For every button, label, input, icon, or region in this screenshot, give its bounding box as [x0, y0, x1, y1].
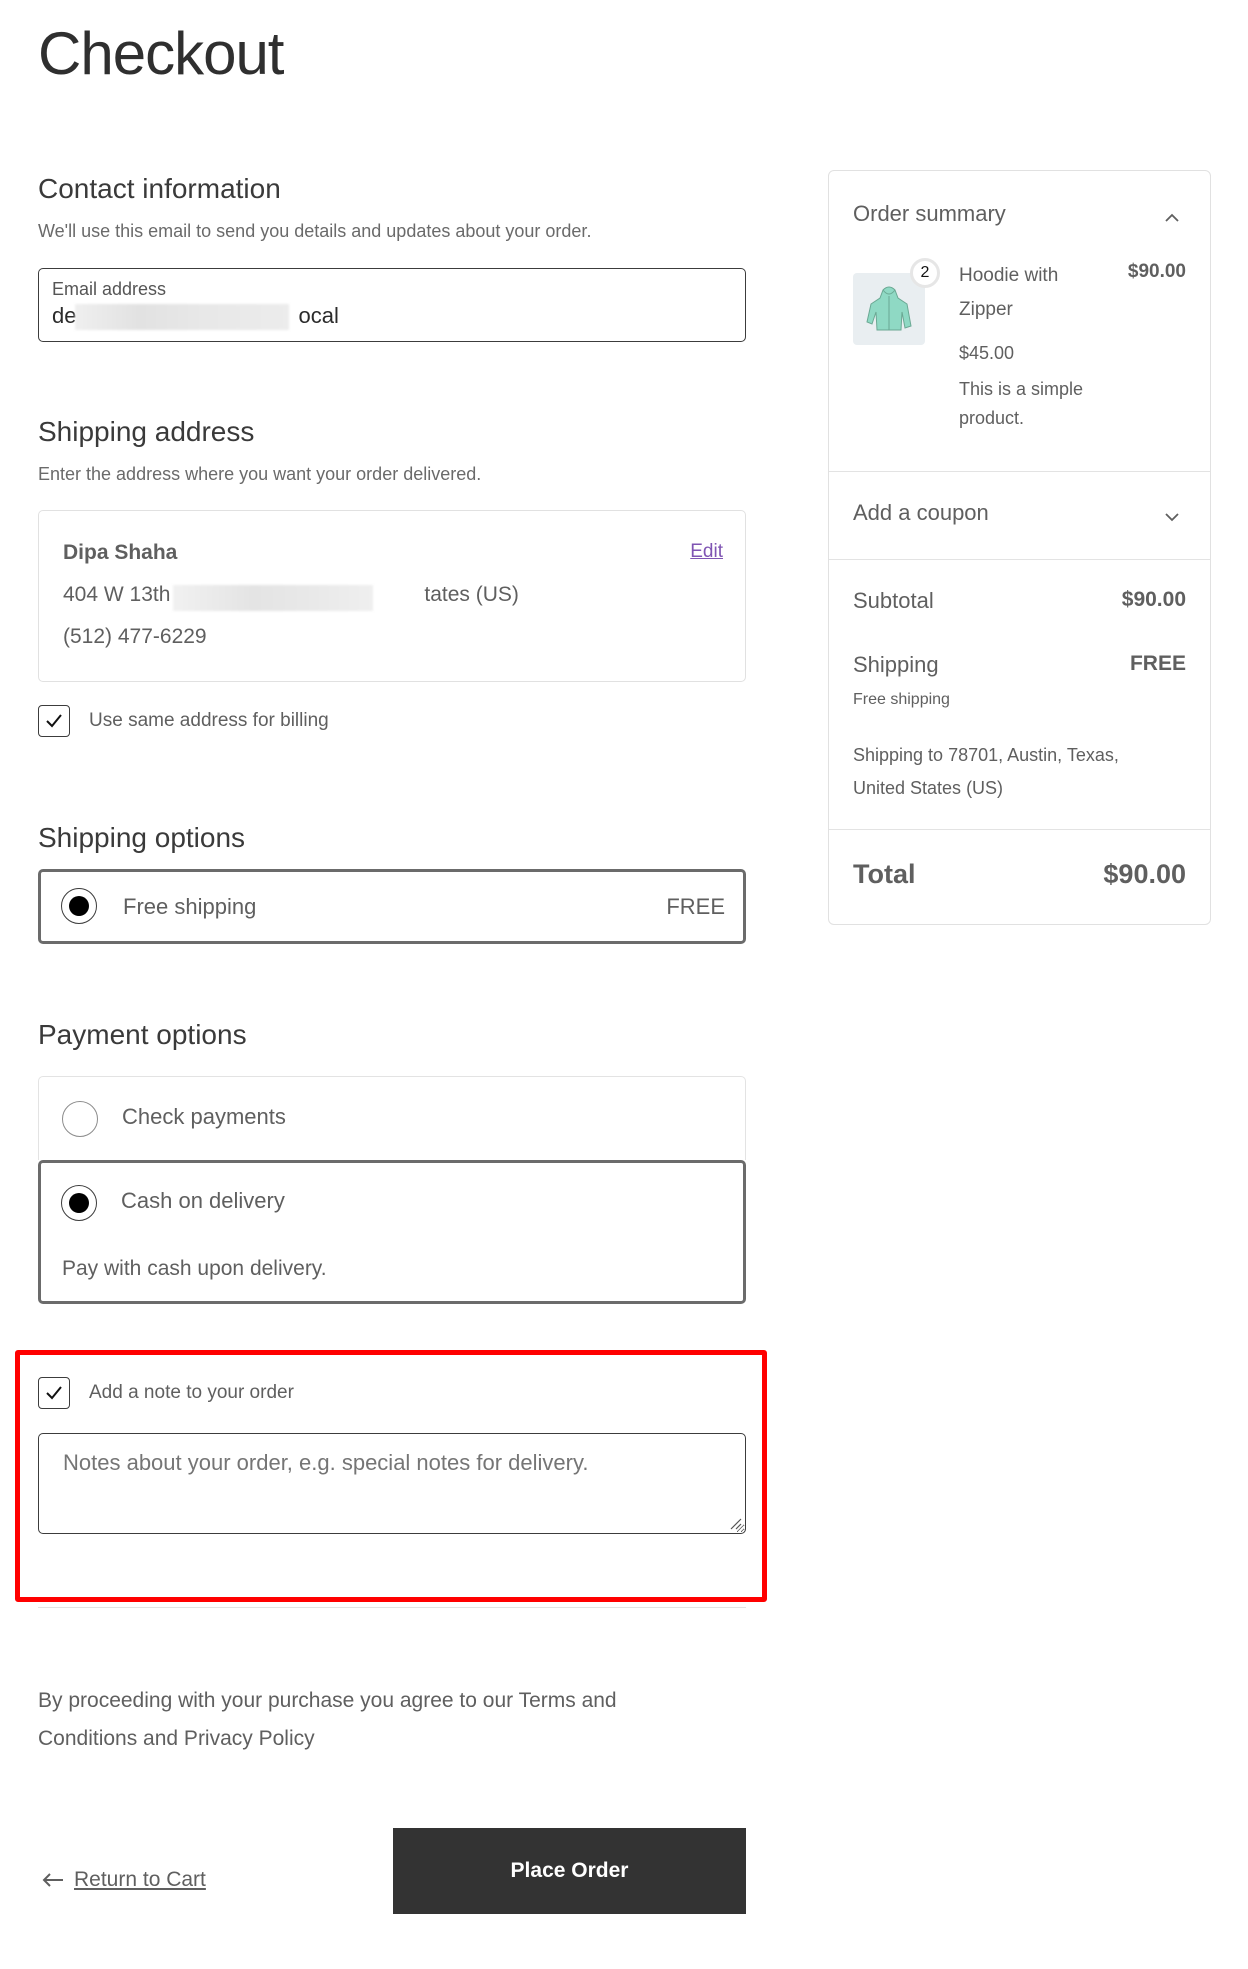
shipping-options-heading: Shipping options: [38, 822, 246, 853]
place-order-button[interactable]: Place Order: [393, 1828, 746, 1914]
redacted-blur: [173, 585, 373, 611]
edit-address-link[interactable]: Edit: [690, 541, 723, 563]
checkmark-icon: [46, 714, 62, 728]
payment-options: Check payments Cash on delivery Pay with…: [38, 1076, 746, 1304]
order-summary-toggle[interactable]: Order summary: [829, 171, 1210, 241]
product-line-total: $90.00: [1127, 261, 1186, 282]
address-start: 404 W 13th: [63, 583, 171, 606]
address-card: Dipa Shaha 404 W 13th tates (US) (512) 47…: [38, 510, 746, 682]
email-field[interactable]: Email address de ocal: [38, 268, 746, 342]
total-value: $90.00: [1103, 859, 1186, 889]
shipping-option-label: Free shipping: [123, 894, 257, 919]
cod-label: Cash on delivery: [121, 1188, 285, 1213]
order-note-option[interactable]: Add a note to your order: [38, 1377, 294, 1409]
shipping-address-heading: Shipping address: [38, 416, 255, 447]
radio-selected-dot: [69, 1193, 89, 1213]
divider: [38, 1607, 746, 1608]
contact-description: We'll use this email to send you details…: [38, 221, 592, 241]
same-billing-label: Use same address for billing: [89, 710, 329, 731]
page-title: Checkout: [38, 20, 284, 87]
terms-notice: By proceeding with your purchase you agr…: [38, 1689, 617, 1750]
resize-grip-icon[interactable]: [728, 1516, 742, 1530]
total-label: Total: [853, 859, 916, 889]
order-summary-card: Order summary 2 Hoodie with Zipper $90.0…: [828, 170, 1211, 925]
redacted-blur: [75, 304, 289, 330]
address-name: Dipa Shaha: [63, 541, 178, 564]
email-label: Email address: [52, 279, 167, 299]
chevron-up-icon: [1165, 213, 1179, 222]
order-summary-section: Order summary 2 Hoodie with Zipper $90.0…: [829, 171, 1210, 472]
shipping-address-description: Enter the address where you want your or…: [38, 464, 482, 484]
address-end: tates (US): [424, 583, 519, 606]
checkmark-icon: [46, 1386, 62, 1400]
email-value-end: ocal: [298, 303, 339, 328]
arrow-left-icon: [42, 1873, 63, 1887]
shipping-option-free[interactable]: Free shipping FREE: [38, 869, 746, 944]
shipping-value: FREE: [1129, 652, 1186, 675]
payment-option-cod[interactable]: Cash on delivery Pay with cash upon deli…: [38, 1160, 746, 1304]
radio-selected-dot: [69, 896, 89, 916]
cod-radio[interactable]: [61, 1185, 97, 1221]
check-payments-radio[interactable]: [62, 1101, 98, 1137]
quantity-badge: 2: [910, 258, 940, 288]
contact-heading: Contact information: [38, 173, 281, 204]
payment-options-heading: Payment options: [38, 1019, 247, 1050]
address-phone: (512) 477-6229: [63, 625, 207, 648]
coupon-toggle[interactable]: Add a coupon: [829, 472, 1210, 560]
coupon-label: Add a coupon: [853, 500, 989, 525]
email-value-start: de: [52, 303, 77, 328]
shipping-option-price: FREE: [666, 894, 725, 919]
product-description: This is a simple product.: [959, 379, 1084, 428]
hoodie-icon: [866, 286, 912, 331]
check-payments-label: Check payments: [122, 1104, 286, 1129]
same-billing-checkbox[interactable]: [38, 705, 70, 737]
chevron-down-icon: [1165, 513, 1179, 522]
order-note-checkbox[interactable]: [38, 1377, 70, 1409]
shipping-destination: Shipping to 78701, Austin, Texas, United…: [853, 745, 1119, 798]
shipping-radio[interactable]: [61, 888, 97, 924]
product-name: Hoodie with Zipper: [959, 265, 1059, 320]
return-to-cart-label: Return to Cart: [74, 1868, 206, 1891]
product-unit-price: $45.00: [959, 343, 1015, 363]
shipping-method: Free shipping: [853, 691, 950, 708]
order-note-label: Add a note to your order: [89, 1382, 294, 1403]
order-summary-heading: Order summary: [853, 201, 1006, 226]
same-billing-option[interactable]: Use same address for billing: [38, 705, 329, 737]
order-note-textarea[interactable]: [38, 1433, 746, 1534]
subtotal-value: $90.00: [1121, 588, 1186, 611]
payment-option-check[interactable]: Check payments: [38, 1076, 746, 1160]
subtotal-label: Subtotal: [853, 588, 934, 613]
cod-description: Pay with cash upon delivery.: [62, 1257, 327, 1280]
return-to-cart-link[interactable]: Return to Cart: [42, 1868, 206, 1892]
shipping-label: Shipping: [853, 652, 939, 677]
